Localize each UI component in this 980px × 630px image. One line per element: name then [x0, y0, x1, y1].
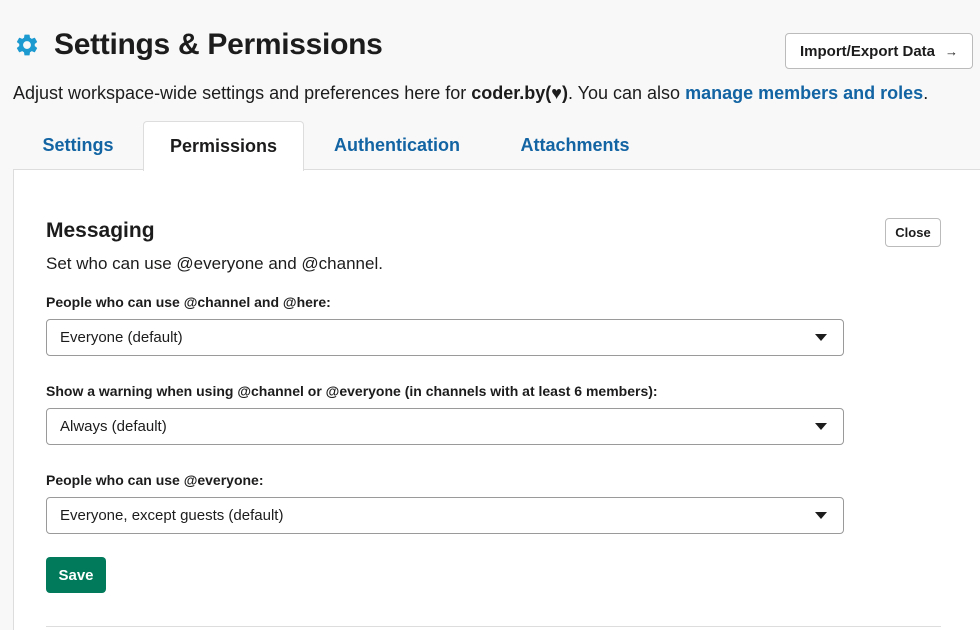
- tab-authentication[interactable]: Authentication: [304, 121, 490, 170]
- tab-attachments[interactable]: Attachments: [490, 121, 660, 170]
- save-button[interactable]: Save: [46, 557, 106, 593]
- channel-here-select[interactable]: Everyone (default): [46, 319, 844, 356]
- channel-here-label: People who can use @channel and @here:: [46, 294, 331, 310]
- tab-settings[interactable]: Settings: [13, 121, 143, 170]
- warning-select[interactable]: Always (default): [46, 408, 844, 445]
- caret-down-icon: [815, 512, 827, 519]
- import-export-button[interactable]: Import/Export Data →: [785, 33, 973, 69]
- subtitle-middle: . You can also: [567, 83, 686, 103]
- gear-icon: [14, 32, 40, 58]
- workspace-name: coder.by(♥): [471, 83, 568, 103]
- select-value: Always (default): [60, 418, 167, 435]
- everyone-select[interactable]: Everyone, except guests (default): [46, 497, 844, 534]
- permissions-panel: Messaging Set who can use @everyone and …: [13, 169, 980, 630]
- page-subtitle: Adjust workspace-wide settings and prefe…: [13, 83, 928, 104]
- page-header: Settings & Permissions: [14, 28, 383, 62]
- select-value: Everyone (default): [60, 329, 183, 346]
- section-title: Messaging: [46, 219, 155, 242]
- divider: [46, 626, 941, 627]
- arrow-right-icon: →: [945, 43, 958, 59]
- page-title: Settings & Permissions: [54, 28, 383, 61]
- select-value: Everyone, except guests (default): [60, 507, 284, 524]
- subtitle-suffix: .: [923, 83, 929, 103]
- warning-label: Show a warning when using @channel or @e…: [46, 383, 658, 399]
- close-button[interactable]: Close: [885, 218, 941, 247]
- section-description: Set who can use @everyone and @channel.: [46, 254, 383, 273]
- manage-members-link[interactable]: manage members and roles: [685, 83, 923, 103]
- tab-bar: Settings Permissions Authentication Atta…: [13, 121, 980, 171]
- tab-permissions[interactable]: Permissions: [143, 121, 304, 171]
- everyone-label: People who can use @everyone:: [46, 472, 264, 488]
- caret-down-icon: [815, 334, 827, 341]
- subtitle-prefix: Adjust workspace-wide settings and prefe…: [13, 83, 472, 103]
- caret-down-icon: [815, 423, 827, 430]
- import-export-label: Import/Export Data: [799, 42, 935, 60]
